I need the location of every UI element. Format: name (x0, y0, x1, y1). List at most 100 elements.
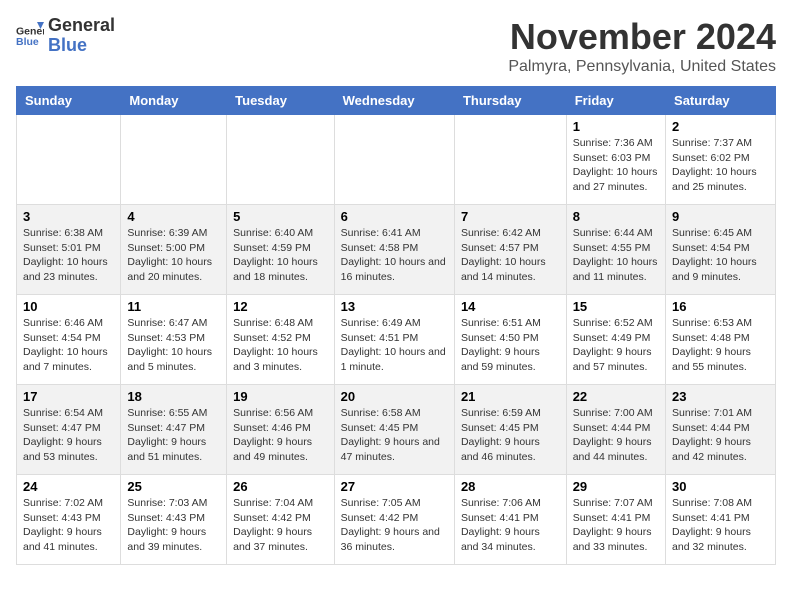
day-number: 29 (573, 479, 659, 494)
calendar-day-cell: 3 Sunrise: 6:38 AMSunset: 5:01 PMDaylight… (17, 205, 121, 295)
calendar-day-cell: 6Sunrise: 6:41 AMSunset: 4:58 PMDaylight… (334, 205, 454, 295)
day-number: 7 (461, 209, 560, 224)
logo: General Blue General Blue (16, 16, 115, 56)
day-number: 21 (461, 389, 560, 404)
day-number: 28 (461, 479, 560, 494)
day-info: Sunrise: 7:02 AMSunset: 4:43 PMDaylight:… (23, 496, 114, 555)
day-info: Sunrise: 7:06 AMSunset: 4:41 PMDaylight:… (461, 496, 560, 555)
day-info: Sunrise: 6:52 AMSunset: 4:49 PMDaylight:… (573, 316, 659, 375)
day-number: 9 (672, 209, 769, 224)
day-number: 27 (341, 479, 448, 494)
day-info: Sunrise: 6:51 AMSunset: 4:50 PMDaylight:… (461, 316, 560, 375)
day-info: Sunrise: 6:45 AMSunset: 4:54 PMDaylight:… (672, 226, 769, 285)
svg-text:Blue: Blue (16, 36, 39, 48)
calendar-day-cell: 16Sunrise: 6:53 AMSunset: 4:48 PMDayligh… (666, 295, 776, 385)
day-number: 8 (573, 209, 659, 224)
calendar-day-cell: 17Sunrise: 6:54 AMSunset: 4:47 PMDayligh… (17, 385, 121, 475)
calendar-day-cell (454, 115, 566, 205)
calendar-day-cell: 29 Sunrise: 7:07 AMSunset: 4:41 PMDayligh… (566, 475, 665, 565)
day-info: Sunrise: 7:36 AMSunset: 6:03 PMDaylight:… (573, 136, 659, 195)
day-number: 14 (461, 299, 560, 314)
day-info: Sunrise: 6:58 AMSunset: 4:45 PMDaylight:… (341, 406, 448, 465)
day-info: Sunrise: 6:47 AMSunset: 4:53 PMDaylight:… (127, 316, 220, 375)
calendar-day-cell: 5 Sunrise: 6:40 AMSunset: 4:59 PMDaylight… (227, 205, 334, 295)
calendar-day-cell: 12 Sunrise: 6:48 AMSunset: 4:52 PMDayligh… (227, 295, 334, 385)
calendar-table: SundayMondayTuesdayWednesdayThursdayFrid… (16, 86, 776, 565)
calendar-day-cell: 7Sunrise: 6:42 AMSunset: 4:57 PMDaylight… (454, 205, 566, 295)
header-day: Sunday (17, 87, 121, 115)
day-info: Sunrise: 7:03 AMSunset: 4:43 PMDaylight:… (127, 496, 220, 555)
day-number: 19 (233, 389, 327, 404)
calendar-day-cell: 20 Sunrise: 6:58 AMSunset: 4:45 PMDayligh… (334, 385, 454, 475)
day-info: Sunrise: 7:37 AMSunset: 6:02 PMDaylight:… (672, 136, 769, 195)
day-info: Sunrise: 6:48 AMSunset: 4:52 PMDaylight:… (233, 316, 327, 375)
calendar-day-cell (121, 115, 227, 205)
calendar-day-cell (17, 115, 121, 205)
calendar-day-cell: 9 Sunrise: 6:45 AMSunset: 4:54 PMDaylight… (666, 205, 776, 295)
header-day: Wednesday (334, 87, 454, 115)
day-info: Sunrise: 6:49 AMSunset: 4:51 PMDaylight:… (341, 316, 448, 375)
header-day: Monday (121, 87, 227, 115)
day-info: Sunrise: 7:05 AMSunset: 4:42 PMDaylight:… (341, 496, 448, 555)
calendar-day-cell: 30 Sunrise: 7:08 AMSunset: 4:41 PMDayligh… (666, 475, 776, 565)
day-number: 24 (23, 479, 114, 494)
header-day: Friday (566, 87, 665, 115)
day-info: Sunrise: 7:07 AMSunset: 4:41 PMDaylight:… (573, 496, 659, 555)
calendar-day-cell: 22 Sunrise: 7:00 AMSunset: 4:44 PMDayligh… (566, 385, 665, 475)
day-info: Sunrise: 7:08 AMSunset: 4:41 PMDaylight:… (672, 496, 769, 555)
logo-line1: General (48, 16, 115, 36)
day-number: 2 (672, 119, 769, 134)
day-number: 23 (672, 389, 769, 404)
day-number: 18 (127, 389, 220, 404)
header-day: Tuesday (227, 87, 334, 115)
calendar-day-cell (227, 115, 334, 205)
header-day: Thursday (454, 87, 566, 115)
calendar-day-cell (334, 115, 454, 205)
calendar-day-cell: 18 Sunrise: 6:55 AMSunset: 4:47 PMDayligh… (121, 385, 227, 475)
logo-line2: Blue (48, 36, 115, 56)
day-info: Sunrise: 6:39 AMSunset: 5:00 PMDaylight:… (127, 226, 220, 285)
day-number: 5 (233, 209, 327, 224)
calendar-day-cell: 25 Sunrise: 7:03 AMSunset: 4:43 PMDayligh… (121, 475, 227, 565)
day-number: 13 (341, 299, 448, 314)
day-number: 12 (233, 299, 327, 314)
calendar-day-cell: 14 Sunrise: 6:51 AMSunset: 4:50 PMDayligh… (454, 295, 566, 385)
calendar-day-cell: 2 Sunrise: 7:37 AMSunset: 6:02 PMDaylight… (666, 115, 776, 205)
calendar-week-row: 17Sunrise: 6:54 AMSunset: 4:47 PMDayligh… (17, 385, 776, 475)
month-title: November 2024 (508, 16, 776, 58)
calendar-day-cell: 28 Sunrise: 7:06 AMSunset: 4:41 PMDayligh… (454, 475, 566, 565)
day-info: Sunrise: 6:53 AMSunset: 4:48 PMDaylight:… (672, 316, 769, 375)
page-header: General Blue General Blue November 2024 … (16, 16, 776, 76)
calendar-day-cell: 4 Sunrise: 6:39 AMSunset: 5:00 PMDaylight… (121, 205, 227, 295)
day-info: Sunrise: 6:44 AMSunset: 4:55 PMDaylight:… (573, 226, 659, 285)
day-info: Sunrise: 6:55 AMSunset: 4:47 PMDaylight:… (127, 406, 220, 465)
calendar-day-cell: 11Sunrise: 6:47 AMSunset: 4:53 PMDayligh… (121, 295, 227, 385)
day-number: 30 (672, 479, 769, 494)
day-info: Sunrise: 6:38 AMSunset: 5:01 PMDaylight:… (23, 226, 114, 285)
calendar-day-cell: 15 Sunrise: 6:52 AMSunset: 4:49 PMDayligh… (566, 295, 665, 385)
title-area: November 2024 Palmyra, Pennsylvania, Uni… (508, 16, 776, 76)
day-info: Sunrise: 6:40 AMSunset: 4:59 PMDaylight:… (233, 226, 327, 285)
day-number: 20 (341, 389, 448, 404)
calendar-day-cell: 27 Sunrise: 7:05 AMSunset: 4:42 PMDayligh… (334, 475, 454, 565)
day-info: Sunrise: 6:59 AMSunset: 4:45 PMDaylight:… (461, 406, 560, 465)
day-number: 4 (127, 209, 220, 224)
calendar-day-cell: 24 Sunrise: 7:02 AMSunset: 4:43 PMDayligh… (17, 475, 121, 565)
calendar-week-row: 10 Sunrise: 6:46 AMSunset: 4:54 PMDayligh… (17, 295, 776, 385)
day-info: Sunrise: 6:46 AMSunset: 4:54 PMDaylight:… (23, 316, 114, 375)
day-info: Sunrise: 7:00 AMSunset: 4:44 PMDaylight:… (573, 406, 659, 465)
day-number: 3 (23, 209, 114, 224)
day-number: 15 (573, 299, 659, 314)
day-number: 17 (23, 389, 114, 404)
calendar-week-row: 1Sunrise: 7:36 AMSunset: 6:03 PMDaylight… (17, 115, 776, 205)
calendar-body: 1Sunrise: 7:36 AMSunset: 6:03 PMDaylight… (17, 115, 776, 565)
day-number: 25 (127, 479, 220, 494)
day-number: 26 (233, 479, 327, 494)
day-number: 10 (23, 299, 114, 314)
calendar-day-cell: 13 Sunrise: 6:49 AMSunset: 4:51 PMDayligh… (334, 295, 454, 385)
day-info: Sunrise: 7:01 AMSunset: 4:44 PMDaylight:… (672, 406, 769, 465)
day-info: Sunrise: 6:56 AMSunset: 4:46 PMDaylight:… (233, 406, 327, 465)
calendar-day-cell: 21 Sunrise: 6:59 AMSunset: 4:45 PMDayligh… (454, 385, 566, 475)
day-number: 22 (573, 389, 659, 404)
calendar-header-row: SundayMondayTuesdayWednesdayThursdayFrid… (17, 87, 776, 115)
